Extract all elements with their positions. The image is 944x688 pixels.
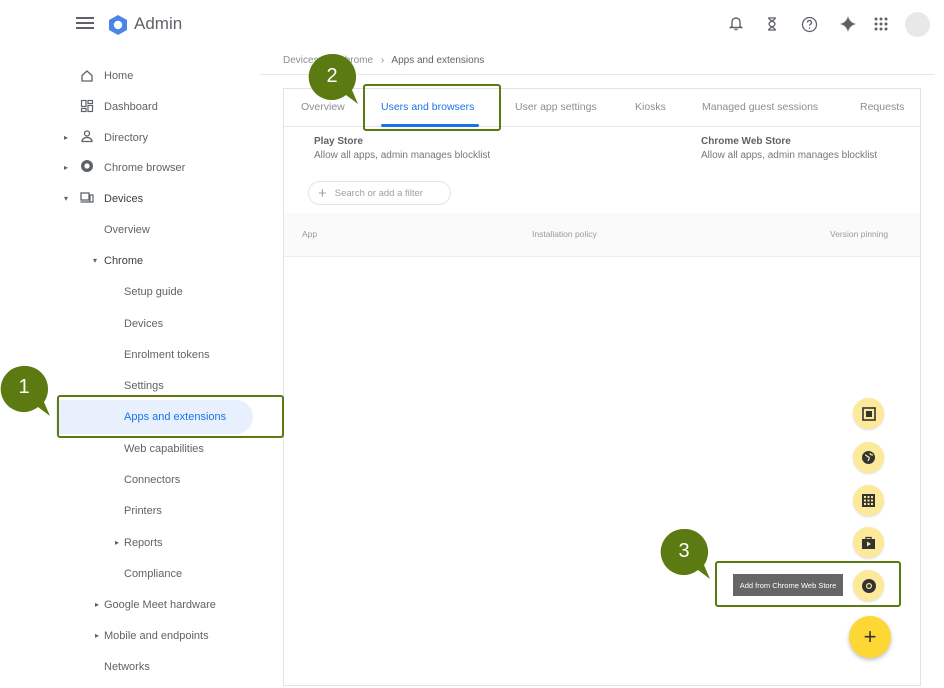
sidebar-item-setup-guide[interactable]: Setup guide (124, 277, 183, 307)
android-app-icon (861, 406, 876, 421)
add-android-app-button[interactable] (853, 398, 884, 429)
sidebar-item-devices[interactable]: Devices (104, 184, 143, 214)
breadcrumb-current: Apps and extensions (391, 55, 485, 66)
sidebar-item-chrome-browser[interactable]: Chrome browser (104, 153, 185, 183)
collapse-caret-icon[interactable]: ▾ (64, 194, 68, 203)
sidebar-item-chrome[interactable]: Chrome (104, 246, 143, 276)
sidebar-item-overview[interactable]: Overview (104, 215, 150, 245)
tab-managed-guest-sessions[interactable]: Managed guest sessions (702, 101, 818, 113)
add-web-app-button[interactable] (853, 442, 884, 473)
play-store-policy[interactable]: Allow all apps, admin manages blocklist (314, 150, 490, 161)
admin-logo-icon (109, 15, 127, 35)
home-icon (81, 70, 93, 82)
column-header-app[interactable]: App (302, 229, 317, 239)
grid-app-icon (862, 494, 875, 507)
avatar[interactable] (905, 12, 930, 37)
highlight-users-and-browsers-tab (363, 84, 501, 131)
sidebar-item-printers[interactable]: Printers (124, 496, 162, 526)
tab-user-app-settings[interactable]: User app settings (515, 101, 597, 113)
filter-input[interactable]: + Search or add a filter (308, 181, 451, 205)
top-bar: Admin (0, 0, 944, 48)
breadcrumb-separator: › (380, 55, 385, 66)
column-header-installation-policy[interactable]: Installation policy (532, 229, 597, 239)
sidebar-item-devices-sub[interactable]: Devices (124, 309, 163, 339)
add-app-fab[interactable]: + (849, 616, 891, 658)
menu-icon[interactable] (76, 14, 94, 34)
highlight-add-from-chrome-web-store (715, 561, 901, 607)
expand-caret-icon[interactable]: ▸ (64, 133, 68, 142)
sidebar-item-directory[interactable]: Directory (104, 123, 148, 153)
callout-number-3: 3 (678, 539, 690, 562)
help-icon[interactable] (797, 12, 821, 36)
bell-icon[interactable] (724, 12, 748, 36)
collapse-caret-icon[interactable]: ▾ (93, 256, 97, 265)
sidebar-item-web-capabilities[interactable]: Web capabilities (124, 434, 204, 464)
add-filter-icon: + (318, 184, 327, 202)
expand-caret-icon[interactable]: ▸ (95, 631, 99, 640)
expand-caret-icon[interactable]: ▸ (95, 600, 99, 609)
person-icon (81, 130, 93, 143)
app-title: Admin (134, 14, 183, 33)
header-divider (260, 74, 935, 75)
chrome-web-store-policy[interactable]: Allow all apps, admin manages blocklist (701, 150, 877, 161)
dashboard-icon (80, 99, 94, 113)
sidebar-item-compliance[interactable]: Compliance (124, 559, 182, 589)
play-store-title: Play Store (314, 136, 363, 147)
highlight-apps-and-extensions (57, 395, 284, 438)
expand-caret-icon[interactable]: ▸ (64, 163, 68, 172)
plus-icon: + (863, 624, 877, 649)
hourglass-icon[interactable] (760, 12, 784, 36)
play-store-icon (862, 536, 875, 549)
tab-kiosks[interactable]: Kiosks (635, 101, 666, 113)
apps-grid-icon[interactable] (869, 12, 893, 36)
sidebar-item-networks[interactable]: Networks (104, 652, 150, 682)
callout-number-2: 2 (326, 64, 338, 87)
admin-console: Admin Home Dashboard ▸ Directory ▸ Chrom… (0, 0, 944, 688)
tab-requests[interactable]: Requests (860, 101, 904, 113)
sidebar-item-google-meet-hardware[interactable]: Google Meet hardware (104, 590, 216, 620)
column-header-version-pinning[interactable]: Version pinning (830, 229, 888, 239)
filter-placeholder: Search or add a filter (334, 187, 423, 199)
devices-icon (80, 192, 94, 203)
sidebar-item-dashboard[interactable]: Dashboard (104, 92, 158, 122)
table-header: App Installation policy Version pinning (284, 213, 920, 257)
sidebar-item-enrolment-tokens[interactable]: Enrolment tokens (124, 340, 210, 370)
sidebar-item-mobile-and-endpoints[interactable]: Mobile and endpoints (104, 621, 209, 651)
callout-number-1: 1 (18, 375, 30, 398)
sidebar-item-connectors[interactable]: Connectors (124, 465, 180, 495)
add-play-store-app-button[interactable] (853, 527, 884, 558)
chrome-icon (81, 160, 93, 172)
chrome-web-store-title: Chrome Web Store (701, 136, 791, 147)
sidebar-item-home[interactable]: Home (104, 61, 133, 91)
web-app-icon (862, 451, 875, 464)
sparkle-icon[interactable] (836, 12, 860, 36)
expand-caret-icon[interactable]: ▸ (115, 538, 119, 547)
sidebar-item-reports[interactable]: Reports (124, 528, 163, 558)
add-grid-app-button[interactable] (853, 485, 884, 516)
